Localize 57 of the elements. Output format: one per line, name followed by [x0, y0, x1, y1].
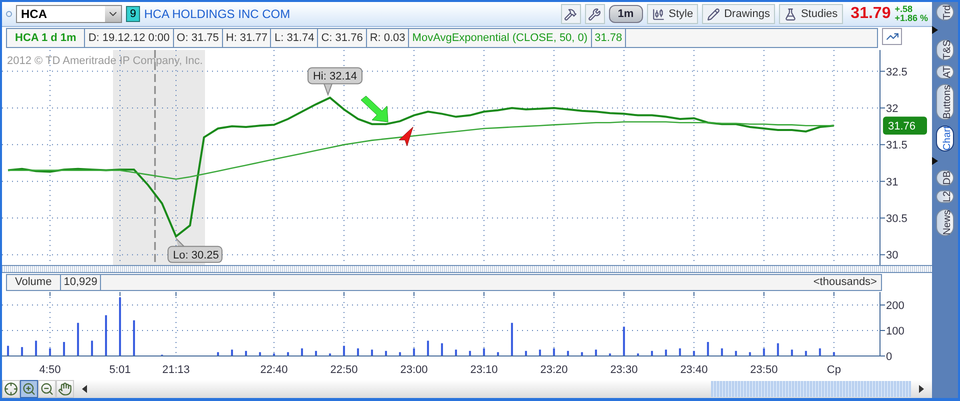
percent-change: +1.86 %: [894, 14, 928, 23]
price-callout: Hi: 32.14: [308, 67, 362, 96]
axis-label: 30.5: [886, 213, 908, 226]
time-label: 22:50: [330, 364, 358, 376]
axis-label: 32: [886, 102, 898, 115]
side-tab[interactable]: DB: [936, 170, 954, 186]
time-label: 23:50: [750, 364, 778, 376]
side-tab[interactable]: T&S: [936, 38, 954, 60]
side-tab[interactable]: Buttons: [936, 84, 954, 120]
side-tab[interactable]: News: [936, 208, 954, 236]
annotation: Hi: 32.14: [312, 70, 358, 83]
axis-label: 31.5: [886, 140, 908, 152]
data-field: D: 19.12.12 0:00: [85, 29, 174, 47]
side-tab[interactable]: Trd: [936, 4, 954, 21]
toolbar-button[interactable]: Studies: [778, 4, 843, 24]
study-value: 31.78: [592, 29, 626, 47]
data-field: O: 31.75: [174, 29, 223, 47]
data-field: L: 31.74: [271, 29, 318, 47]
time-label: 23:20: [540, 364, 568, 376]
symbol-field[interactable]: HCA: [16, 5, 122, 23]
data-field: C: 31.76: [318, 29, 367, 47]
axis-label: 31: [886, 176, 898, 188]
axis-label: 30: [886, 250, 898, 262]
data-field: R: 0.03: [366, 29, 410, 47]
time-label: 21:13: [162, 364, 190, 376]
link-count-badge[interactable]: 9: [126, 6, 140, 22]
price-callout: Lo: 30.25: [168, 238, 222, 263]
study-name: MovAvgExponential (CLOSE, 50, 0): [409, 29, 592, 47]
chart-title: HCA 1 d 1m: [7, 29, 86, 47]
last-price: 31.79: [850, 4, 891, 24]
time-label: 23:10: [470, 364, 498, 376]
copyright-text: 2012 © TD Ameritrade IP Company, Inc.: [7, 55, 203, 67]
aggregation-button[interactable]: 1m: [608, 5, 643, 23]
units-label: <thousands>: [812, 275, 878, 290]
toolbar-button[interactable]: Drawings: [702, 4, 775, 24]
toolbar-button[interactable]: Style: [646, 4, 698, 24]
time-label: 22:40: [260, 364, 288, 376]
side-tab[interactable]: L2: [936, 190, 954, 204]
price-badge: 31.76: [883, 116, 927, 135]
company-name[interactable]: HCA HOLDINGS INC COM: [144, 5, 290, 23]
time-label: 23:30: [610, 364, 638, 376]
time-label: 5:01: [109, 364, 131, 376]
time-label: 23:00: [400, 364, 428, 376]
time-label: 23:40: [680, 364, 708, 376]
data-field: H: 31.77: [222, 29, 272, 47]
volume-value: 10,929: [60, 275, 102, 290]
annotation: Lo: 30.25: [173, 249, 219, 262]
time-label: Cp: [826, 364, 841, 376]
axis-label: 32.5: [886, 66, 908, 78]
side-tab[interactable]: Chart: [936, 125, 954, 152]
net-change: +.58: [894, 5, 914, 14]
axis-label: 0: [886, 351, 892, 363]
volume-label: Volume: [7, 275, 61, 290]
time-label: 4:50: [39, 364, 61, 376]
axis-label: 200: [886, 300, 904, 312]
axis-label: 100: [886, 326, 904, 338]
side-tab[interactable]: AT: [936, 65, 954, 80]
